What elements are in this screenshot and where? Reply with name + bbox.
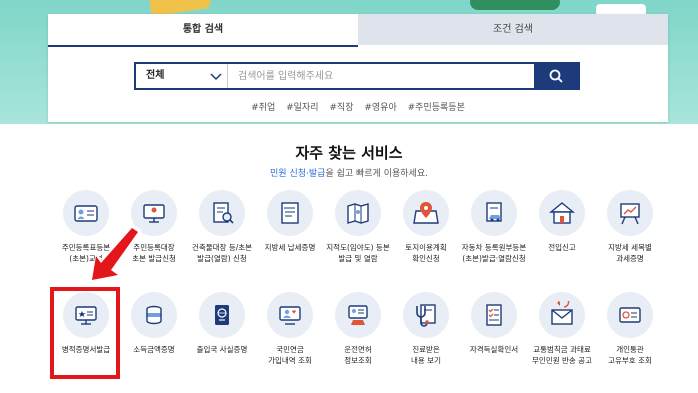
search-input[interactable]	[238, 64, 528, 88]
service-item[interactable]: 지적도(임야도) 등본 발급 및 열람	[322, 190, 394, 264]
service-label: 출입국 사실증명	[196, 345, 248, 354]
service-label: 건축물대장 등/초본 발급(열람) 신청	[191, 243, 253, 263]
service-item[interactable]: 국민연금 가입내역 조회	[254, 292, 326, 366]
service-label: 소득금액증명	[133, 345, 175, 354]
subtitle-text: 을 쉽고 빠르게 이용하세요.	[325, 169, 428, 179]
search-panel: 통합 검색 조건 검색 전체 #취업 #일자리 #직장 #영유아 #주민등록등본	[48, 14, 668, 122]
highlight-box	[50, 287, 120, 379]
coins-icon	[131, 292, 177, 338]
service-label: 운전면허 정보조회	[344, 345, 372, 365]
service-item[interactable]: 교통범칙금 과태료 무인민원 반송 공고	[526, 292, 598, 366]
hashtag-link[interactable]: #직장	[329, 103, 353, 113]
subtitle-highlight: 민원 신청·발급	[270, 169, 326, 179]
hashtag-link[interactable]: #영유아	[364, 103, 396, 113]
customs-stamp-icon	[607, 292, 653, 338]
chevron-down-icon	[210, 73, 222, 81]
checklist-icon	[471, 292, 517, 338]
category-select-value: 전체	[146, 70, 165, 81]
search-button[interactable]	[534, 64, 578, 88]
hashtag-link[interactable]: #주민등록등본	[408, 103, 465, 113]
service-label: 지방세 세목별 과세증명	[608, 243, 652, 263]
chart-board-icon	[607, 190, 653, 236]
hashtag-link[interactable]: #일자리	[286, 103, 318, 113]
service-label: 자동차 등록원부등본 (초본)발급·열람신청	[461, 243, 527, 263]
house-icon	[539, 190, 585, 236]
tab-condition-search[interactable]: 조건 검색	[358, 14, 668, 45]
service-item[interactable]: 자격득실확인서	[458, 292, 530, 355]
service-item[interactable]: 건축물대장 등/초본 발급(열람) 신청	[186, 190, 258, 264]
hashtag-list: #취업 #일자리 #직장 #영유아 #주민등록등본	[48, 100, 668, 113]
service-label: 전입신고	[548, 243, 576, 252]
service-item[interactable]: 전입신고	[526, 190, 598, 253]
service-item[interactable]: 지방세 납세증명	[254, 190, 326, 253]
service-item[interactable]: 진료받은 내용 보기	[390, 292, 462, 366]
service-item[interactable]: 운전면허 정보조회	[322, 292, 394, 366]
pension-icon	[267, 292, 313, 338]
service-label: 교통범칙금 과태료 무인민원 반송 공고	[532, 345, 592, 365]
service-item[interactable]: 소득금액증명	[118, 292, 190, 355]
car-document-icon	[471, 190, 517, 236]
service-item[interactable]: 지방세 세목별 과세증명	[594, 190, 666, 264]
driver-license-icon	[335, 292, 381, 338]
map-icon	[335, 190, 381, 236]
banner-decoration	[470, 0, 560, 10]
service-label: 진료받은 내용 보기	[411, 345, 441, 365]
service-label: 지적도(임야도) 등본 발급 및 열람	[326, 243, 390, 263]
search-bar: 전체	[134, 62, 580, 90]
service-item[interactable]: 개인통관 고유부호 조회	[594, 292, 666, 366]
red-arrow-icon	[90, 226, 142, 284]
service-label: 토지이용계획 확인신청	[405, 243, 447, 263]
map-pin-icon	[403, 190, 449, 236]
mail-return-icon	[539, 292, 585, 338]
tab-integrated-search[interactable]: 통합 검색	[48, 14, 358, 47]
hashtag-link[interactable]: #취업	[251, 103, 275, 113]
certificate-icon	[267, 190, 313, 236]
stethoscope-icon	[403, 292, 449, 338]
service-label: 개인통관 고유부호 조회	[608, 345, 652, 365]
search-icon	[549, 69, 563, 83]
passport-icon	[199, 292, 245, 338]
document-search-icon	[199, 190, 245, 236]
category-select[interactable]: 전체	[136, 64, 228, 88]
service-item[interactable]: 출입국 사실증명	[186, 292, 258, 355]
service-label: 자격득실확인서	[469, 345, 519, 354]
service-label: 국민연금 가입내역 조회	[268, 345, 312, 365]
service-label: 지방세 납세증명	[264, 243, 316, 252]
service-item[interactable]: 자동차 등록원부등본 (초본)발급·열람신청	[458, 190, 530, 264]
section-subtitle: 민원 신청·발급을 쉽고 빠르게 이용하세요.	[0, 166, 698, 179]
service-item[interactable]: 토지이용계획 확인신청	[390, 190, 462, 264]
section-title: 자주 찾는 서비스	[295, 144, 403, 162]
